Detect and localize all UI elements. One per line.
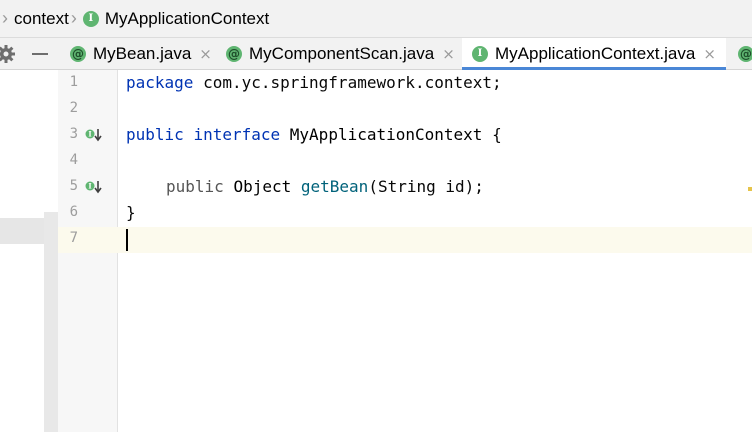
annotation-icon: @ (70, 45, 86, 62)
line-number: 2 (69, 100, 78, 116)
tab-mybean[interactable]: @ MyBean.java × (66, 38, 214, 69)
annotation-icon: @ (226, 45, 242, 62)
close-icon[interactable]: × (199, 45, 212, 63)
interface-icon: I (82, 10, 99, 27)
tab-overflow[interactable]: @ (734, 38, 752, 69)
package-name: com.yc.springframework.context; (193, 73, 502, 92)
line-number: 4 (69, 152, 78, 168)
close-icon[interactable]: × (703, 45, 716, 63)
code-line-6[interactable]: } (126, 200, 136, 226)
text-caret (126, 229, 128, 251)
interface-icon: I (472, 45, 488, 62)
minimize-icon[interactable] (32, 53, 48, 55)
keyword: package (126, 73, 194, 92)
tab-label: MyBean.java (93, 43, 192, 63)
svg-text:I: I (88, 182, 91, 191)
annotation-icon: @ (738, 45, 752, 62)
open-brace: { (482, 125, 502, 144)
breadcrumb: › context › I MyApplicationContext (0, 0, 752, 38)
breadcrumb-item-myapplicationcontext[interactable]: I MyApplicationContext (82, 8, 270, 29)
chevron-right-icon: › (70, 8, 77, 28)
line-number: 5 (69, 178, 78, 194)
svg-text:I: I (88, 130, 91, 139)
current-line-highlight (58, 227, 752, 253)
keyword: public (126, 125, 184, 144)
method-params: (String id); (368, 177, 484, 196)
tab-label: MyApplicationContext.java (495, 43, 696, 63)
tool-window-strip (44, 212, 58, 432)
line-number: 6 (69, 204, 78, 220)
line-number: 1 (69, 74, 78, 90)
implemented-by-gutter-icon[interactable]: I (85, 180, 103, 194)
tab-myapplicationcontext[interactable]: I MyApplicationContext.java × (462, 38, 726, 70)
close-brace: } (126, 203, 136, 222)
breadcrumb-label: MyApplicationContext (104, 8, 270, 28)
close-icon[interactable]: × (442, 45, 455, 63)
line-number: 3 (69, 126, 78, 142)
breadcrumb-item-context[interactable]: context (14, 9, 69, 29)
tab-mycomponentscan[interactable]: @ MyComponentScan.java × (222, 38, 458, 69)
method-name: getBean (300, 177, 369, 196)
editor-tab-bar: @ MyBean.java × @ MyComponentScan.java ×… (0, 38, 752, 70)
tab-label: MyComponentScan.java (249, 43, 435, 63)
line-number: 7 (69, 230, 78, 246)
return-type: Object (233, 177, 292, 196)
interface-name: MyApplicationContext (289, 125, 483, 144)
keyword: interface (193, 125, 281, 144)
gear-icon[interactable] (0, 44, 16, 64)
keyword: public (166, 177, 224, 196)
breadcrumb-label: context (14, 8, 69, 28)
chevron-right-icon: › (2, 8, 8, 28)
code-line-5[interactable]: public Object getBean(String id); (166, 174, 484, 200)
code-line-1[interactable]: package com.yc.springframework.context; (126, 70, 502, 96)
code-line-3[interactable]: public interface MyApplicationContext { (126, 122, 502, 148)
warning-marker[interactable] (748, 187, 752, 191)
implemented-by-gutter-icon[interactable]: I (85, 128, 103, 142)
